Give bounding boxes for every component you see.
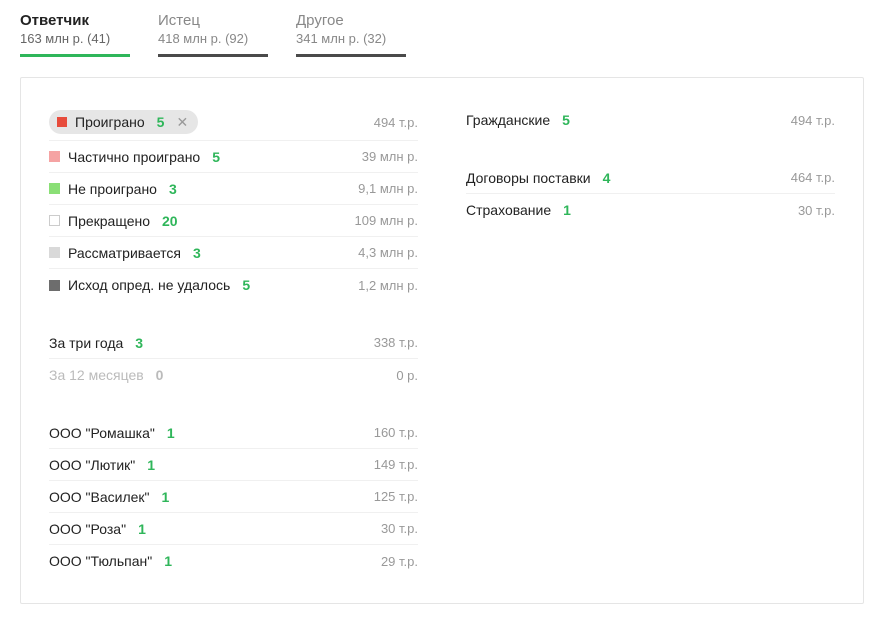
swatch-icon — [49, 215, 60, 226]
company-row[interactable]: ООО "Роза" 1 30 т.р. — [49, 513, 418, 545]
amount: 1,2 млн р. — [358, 278, 418, 293]
amount: 30 т.р. — [798, 203, 835, 218]
categories-bottom-group: Договоры поставки 4 464 т.р. Страхование… — [466, 162, 835, 226]
category-row[interactable]: Гражданские 5 494 т.р. — [466, 104, 835, 136]
swatch-icon — [49, 247, 60, 258]
company-row[interactable]: ООО "Лютик" 1 149 т.р. — [49, 449, 418, 481]
tab-label: Ответчик — [20, 12, 130, 29]
tab-label: Другое — [296, 12, 406, 29]
amount: 160 т.р. — [374, 425, 418, 440]
outcome-row[interactable]: Частично проиграно 5 39 млн р. — [49, 141, 418, 173]
companies-group: ООО "Ромашка" 1 160 т.р. ООО "Лютик" 1 1… — [49, 417, 418, 577]
amount: 494 т.р. — [791, 113, 835, 128]
company-row[interactable]: ООО "Тюльпан" 1 29 т.р. — [49, 545, 418, 577]
filter-chip[interactable]: Проиграно 5 ✕ — [49, 110, 198, 134]
amount: 0 р. — [396, 368, 418, 383]
outcome-row[interactable]: Рассматривается 3 4,3 млн р. — [49, 237, 418, 269]
company-row[interactable]: ООО "Ромашка" 1 160 т.р. — [49, 417, 418, 449]
left-column: Проиграно 5 ✕ 494 т.р. Частично проигран… — [49, 104, 418, 577]
right-column: Гражданские 5 494 т.р. Договоры поставки… — [466, 104, 835, 577]
period-row[interactable]: За три года 3 338 т.р. — [49, 327, 418, 359]
amount: 30 т.р. — [381, 521, 418, 536]
amount: 149 т.р. — [374, 457, 418, 472]
outcome-row[interactable]: Исход опред. не удалось 5 1,2 млн р. — [49, 269, 418, 301]
tab-sub: 163 млн р. (41) — [20, 31, 130, 46]
amount: 4,3 млн р. — [358, 245, 418, 260]
amount: 109 млн р. — [355, 213, 418, 228]
outcome-row[interactable]: Прекращено 20 109 млн р. — [49, 205, 418, 237]
company-row[interactable]: ООО "Василек" 1 125 т.р. — [49, 481, 418, 513]
category-row[interactable]: Договоры поставки 4 464 т.р. — [466, 162, 835, 194]
amount: 494 т.р. — [374, 115, 418, 130]
tab-plaintiff[interactable]: Истец 418 млн р. (92) — [158, 12, 268, 57]
swatch-icon — [49, 151, 60, 162]
periods-group: За три года 3 338 т.р. За 12 месяцев 0 0… — [49, 327, 418, 391]
swatch-icon — [49, 183, 60, 194]
tab-label: Истец — [158, 12, 268, 29]
close-icon[interactable]: ✕ — [172, 115, 188, 129]
content-panel: Проиграно 5 ✕ 494 т.р. Частично проигран… — [20, 77, 864, 604]
tab-other[interactable]: Другое 341 млн р. (32) — [296, 12, 406, 57]
categories-top-group: Гражданские 5 494 т.р. — [466, 104, 835, 136]
amount: 29 т.р. — [381, 554, 418, 569]
outcomes-group: Проиграно 5 ✕ 494 т.р. Частично проигран… — [49, 104, 418, 301]
tab-defendant[interactable]: Ответчик 163 млн р. (41) — [20, 12, 130, 57]
outcome-row[interactable]: Проиграно 5 ✕ 494 т.р. — [49, 104, 418, 141]
tab-sub: 418 млн р. (92) — [158, 31, 268, 46]
outcome-row[interactable]: Не проиграно 3 9,1 млн р. — [49, 173, 418, 205]
swatch-icon — [57, 117, 67, 127]
swatch-icon — [49, 280, 60, 291]
amount: 338 т.р. — [374, 335, 418, 350]
tab-sub: 341 млн р. (32) — [296, 31, 406, 46]
tabs-bar: Ответчик 163 млн р. (41) Истец 418 млн р… — [0, 0, 884, 57]
amount: 39 млн р. — [362, 149, 418, 164]
amount: 125 т.р. — [374, 489, 418, 504]
amount: 464 т.р. — [791, 170, 835, 185]
category-row[interactable]: Страхование 1 30 т.р. — [466, 194, 835, 226]
period-row[interactable]: За 12 месяцев 0 0 р. — [49, 359, 418, 391]
amount: 9,1 млн р. — [358, 181, 418, 196]
